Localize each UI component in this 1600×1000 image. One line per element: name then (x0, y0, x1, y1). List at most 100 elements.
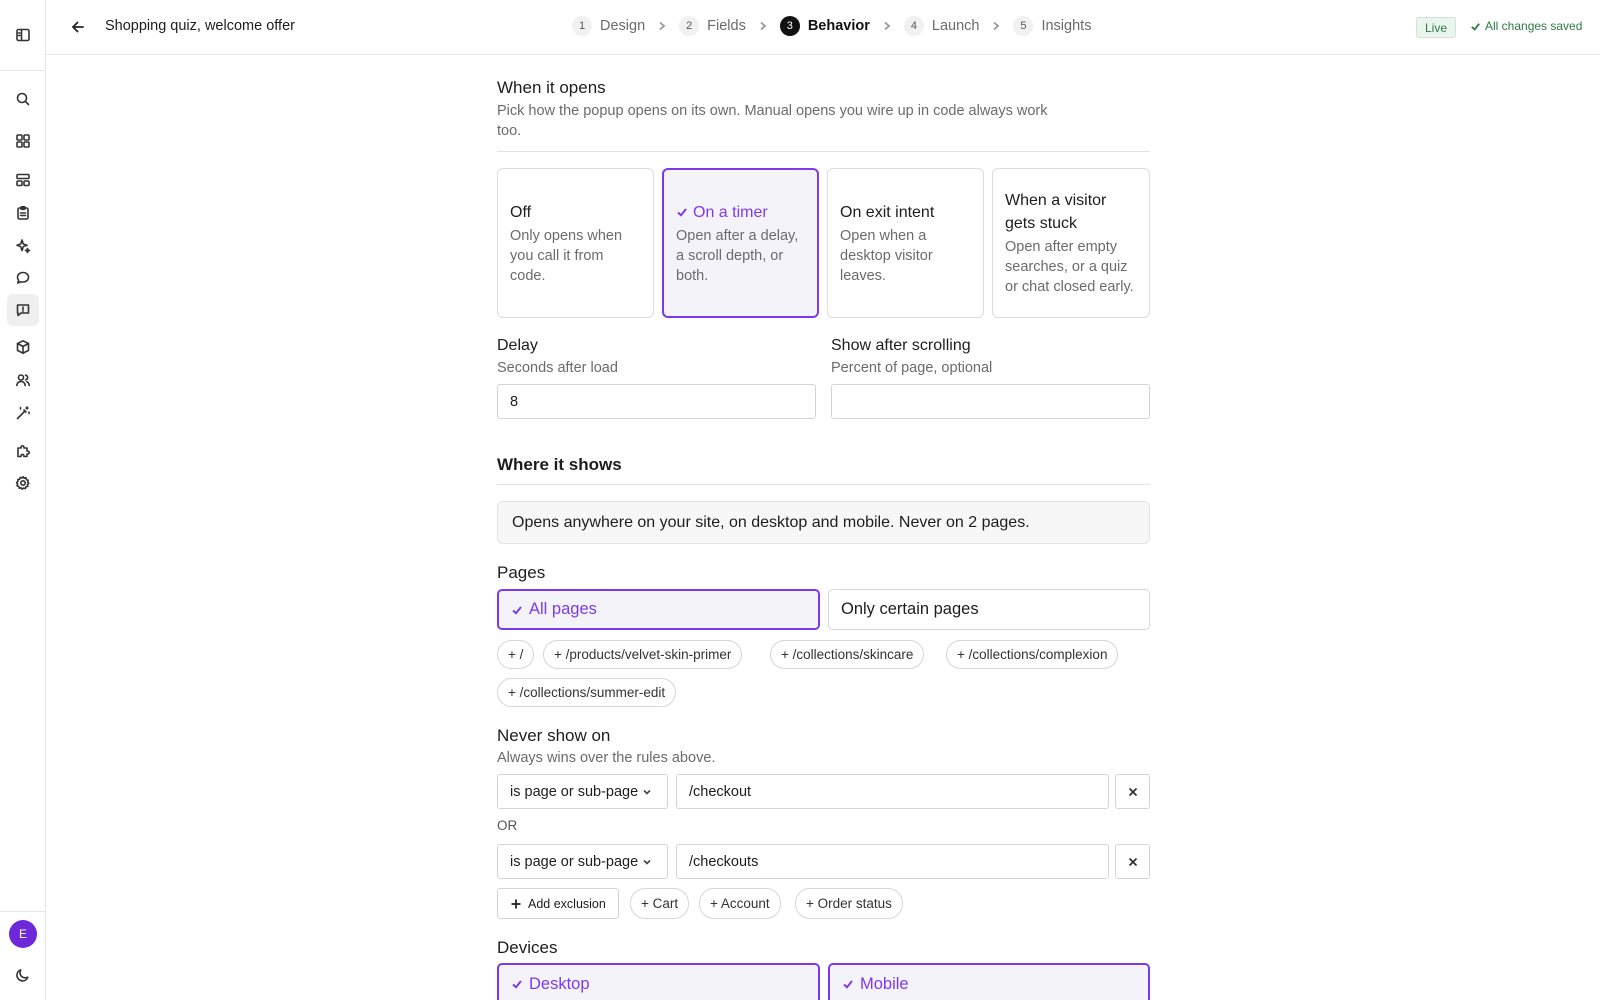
clipboard-icon[interactable] (11, 201, 35, 225)
exclusion-suggestion-chip[interactable]: + Cart (630, 888, 690, 919)
check-icon (512, 980, 522, 989)
scroll-sublabel: Percent of page, optional (831, 360, 993, 376)
exclusion-path-input[interactable] (676, 844, 1109, 879)
save-status-text: All changes saved (1485, 19, 1583, 33)
devices-label: Devices (497, 938, 558, 957)
avatar[interactable]: E (9, 920, 37, 948)
targeting-summary: Opens anywhere on your site, on desktop … (497, 501, 1150, 544)
open-option-exit-intent[interactable]: On exit intent Open when a desktop visit… (827, 168, 984, 318)
exclusion-suggestion-chip[interactable]: + Account (699, 888, 781, 919)
device-option-desktop[interactable]: Desktop (497, 963, 820, 1000)
remove-exclusion-button[interactable] (1115, 774, 1150, 809)
page-suggestion-chip[interactable]: + /products/velvet-skin-primer (543, 640, 743, 669)
box-icon[interactable] (11, 335, 35, 359)
step-label: Design (600, 18, 646, 34)
chevron-right-icon (657, 21, 667, 31)
device-option-label: Desktop (529, 974, 590, 993)
panel-toggle-icon[interactable] (11, 23, 35, 47)
option-title: On a timer (676, 201, 805, 224)
save-status: All changes saved (1470, 19, 1582, 33)
step-label: Fields (707, 18, 746, 34)
exclusion-operator-select[interactable]: is page or sub-page (497, 844, 668, 879)
open-option-visitor-stuck[interactable]: When a visitor gets stuck Open after emp… (992, 168, 1150, 318)
delay-input[interactable] (497, 384, 816, 419)
check-icon (1471, 22, 1480, 31)
page-suggestion-chip[interactable]: + /collections/complexion (946, 640, 1119, 669)
sidebar-divider (0, 911, 46, 912)
app-sidebar: E (0, 0, 46, 1000)
page-suggestion-chip[interactable]: + /collections/summer-edit (497, 678, 677, 707)
step-label: Insights (1041, 18, 1092, 34)
chevron-down-icon (643, 789, 651, 795)
step-number: 2 (679, 16, 700, 36)
back-arrow-icon[interactable] (68, 17, 88, 37)
page-suggestion-chip[interactable]: + / (497, 640, 535, 669)
pages-option-certain[interactable]: Only certain pages (828, 589, 1150, 630)
pages-option-all[interactable]: All pages (497, 589, 820, 630)
or-separator: OR (497, 818, 518, 833)
magic-wand-icon[interactable] (11, 401, 35, 425)
chat-bubble-icon[interactable] (11, 266, 35, 290)
chevron-right-icon (991, 21, 1001, 31)
option-title: Off (510, 203, 532, 221)
sidebar-divider (0, 70, 46, 71)
option-description: Open when a desktop visitor leaves. (840, 227, 933, 284)
scroll-label: Show after scrolling (831, 337, 971, 354)
gear-icon[interactable] (11, 471, 35, 495)
exclusion-path-input[interactable] (676, 774, 1109, 809)
layout-icon[interactable] (11, 168, 35, 192)
select-value: is page or sub-page (510, 783, 639, 800)
section-title-where-shows: Where it shows (497, 455, 622, 474)
dashboard-icon[interactable] (11, 129, 35, 153)
step-insights[interactable]: 5 Insights (1013, 16, 1091, 36)
scroll-input[interactable] (831, 384, 1150, 419)
status-badge: Live (1416, 17, 1457, 38)
plus-icon (511, 899, 521, 908)
puzzle-icon[interactable] (11, 439, 35, 463)
section-title-when-opens: When it opens (497, 78, 606, 97)
option-title: When a visitor gets stuck (1005, 192, 1107, 232)
remove-exclusion-button[interactable] (1115, 844, 1150, 879)
sparkles-icon[interactable] (11, 234, 35, 258)
delay-label: Delay (497, 337, 538, 354)
step-label: Launch (931, 18, 980, 34)
top-header: Shopping quiz, welcome offer 1 Design 2 … (46, 0, 1600, 55)
check-icon (677, 208, 687, 217)
add-exclusion-button[interactable]: Add exclusion (497, 888, 619, 919)
message-square-icon[interactable] (7, 294, 39, 326)
chevron-right-icon (882, 21, 892, 31)
check-icon (512, 605, 522, 615)
add-exclusion-label: Add exclusion (528, 896, 606, 911)
section-description: Pick how the popup opens on its own. Man… (497, 103, 1048, 139)
chevron-down-icon (643, 859, 651, 865)
step-number: 3 (779, 16, 800, 36)
device-option-mobile[interactable]: Mobile (828, 963, 1150, 1000)
section-divider (497, 484, 1150, 485)
open-option-timer[interactable]: On a timer Open after a delay, a scroll … (662, 168, 819, 318)
step-number: 1 (572, 16, 592, 36)
moon-icon[interactable] (11, 963, 35, 987)
exclusion-suggestion-chip[interactable]: + Order status (795, 888, 903, 919)
pages-option-label: Only certain pages (841, 600, 979, 618)
page-suggestion-chip[interactable]: + /collections/skincare (770, 640, 925, 669)
step-label: Behavior (807, 18, 870, 34)
section-divider (497, 151, 1150, 152)
pages-label: Pages (497, 563, 546, 582)
step-behavior[interactable]: 3 Behavior (779, 16, 870, 36)
search-icon[interactable] (11, 87, 35, 111)
option-description: Only opens when you call it from code. (510, 227, 623, 284)
select-value: is page or sub-page (510, 853, 639, 870)
option-title-text: On a timer (693, 203, 768, 221)
option-description: Open after a delay, a scroll depth, or b… (676, 227, 799, 284)
step-fields[interactable]: 2 Fields (679, 16, 746, 36)
step-design[interactable]: 1 Design (572, 16, 645, 36)
option-title: On exit intent (840, 203, 935, 221)
never-show-sublabel: Always wins over the rules above. (497, 750, 716, 766)
open-option-off[interactable]: Off Only opens when you call it from cod… (497, 168, 654, 318)
device-option-label: Mobile (860, 974, 909, 993)
users-icon[interactable] (11, 368, 35, 392)
step-number: 4 (903, 16, 924, 36)
exclusion-operator-select[interactable]: is page or sub-page (497, 774, 668, 809)
step-launch[interactable]: 4 Launch (903, 16, 980, 36)
chevron-right-icon (758, 21, 768, 31)
